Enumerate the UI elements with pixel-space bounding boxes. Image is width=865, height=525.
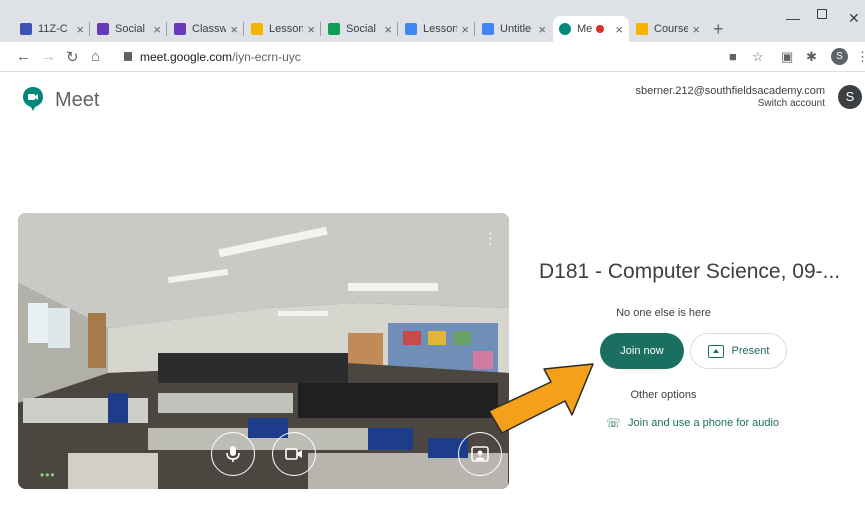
close-icon[interactable]: × <box>153 22 161 37</box>
camera-icon <box>285 448 302 460</box>
audio-level-indicator: ••• <box>40 468 56 482</box>
present-label: Present <box>731 345 770 357</box>
close-icon[interactable]: × <box>76 22 84 37</box>
tab-title: Social <box>115 23 145 35</box>
tab-title: Course <box>654 23 689 35</box>
slides-icon <box>251 23 263 35</box>
tab-title: 11Z-C <box>38 23 68 35</box>
tab-title: Untitle <box>500 23 532 35</box>
back-arrow-icon[interactable]: ← <box>16 48 31 65</box>
microphone-icon <box>226 446 240 462</box>
close-icon[interactable]: × <box>307 22 315 37</box>
browser-tab[interactable]: Lesson × <box>399 16 475 42</box>
browser-tab-active[interactable]: Me × <box>553 16 629 42</box>
tab-title: Lesson <box>423 23 458 35</box>
forward-arrow-icon[interactable]: → <box>41 48 56 65</box>
address-bar[interactable]: meet.google.com/iyn-ecrn-uyc <box>140 50 301 64</box>
close-icon[interactable]: × <box>230 22 238 37</box>
screenshot-icon[interactable]: ▣ <box>781 49 793 65</box>
window-close-icon[interactable]: ✕ <box>848 10 860 27</box>
close-icon[interactable]: × <box>461 22 469 37</box>
tab-separator <box>89 22 90 36</box>
camera-preview: · · · <box>18 213 509 489</box>
meet-icon <box>559 23 571 35</box>
present-button[interactable]: Present <box>690 333 787 369</box>
phone-icon: ☏ <box>606 416 622 430</box>
browser-tab[interactable]: Course × <box>630 16 706 42</box>
classroom-icon <box>20 23 32 35</box>
tab-separator <box>166 22 167 36</box>
meet-title: Meet <box>55 89 100 111</box>
bookmark-star-icon[interactable]: ☆ <box>752 49 764 65</box>
close-icon[interactable]: × <box>692 22 700 37</box>
account-avatar[interactable]: S <box>838 85 862 109</box>
sites-icon <box>636 23 648 35</box>
classroom-icon <box>97 23 109 35</box>
new-tab-button[interactable]: + <box>713 19 724 40</box>
docs-icon <box>482 23 494 35</box>
participants-status: No one else is here <box>616 307 711 319</box>
microphone-toggle-button[interactable] <box>211 432 255 476</box>
tab-title: Me <box>577 23 593 35</box>
tab-title: Social <box>346 23 376 35</box>
tab-title: Classw <box>192 23 227 35</box>
phone-link-label: Join and use a phone for audio <box>628 417 780 429</box>
url-domain: meet.google.com <box>140 50 233 64</box>
visual-effects-button[interactable] <box>458 432 502 476</box>
other-options-label: Other options <box>630 389 697 401</box>
close-icon[interactable]: × <box>384 22 392 37</box>
browser-tab[interactable]: Social × <box>91 16 167 42</box>
tab-separator <box>320 22 321 36</box>
reload-icon[interactable]: ↻ <box>66 48 79 66</box>
menu-dots-icon[interactable]: ⋮ <box>856 49 865 65</box>
drive-icon <box>405 23 417 35</box>
close-icon[interactable]: × <box>538 22 546 37</box>
browser-tab-strip: 11Z-C × Social × Classw × Lesson × Socia… <box>0 0 865 42</box>
minimize-icon[interactable]: — <box>786 10 800 26</box>
lock-icon[interactable] <box>124 52 132 61</box>
tab-separator <box>397 22 398 36</box>
browser-tab[interactable]: Lesson × <box>245 16 321 42</box>
tab-separator <box>474 22 475 36</box>
preview-more-options-icon[interactable]: · · · <box>488 226 493 252</box>
browser-toolbar: ← → ↻ ⌂ meet.google.com/iyn-ecrn-uyc ■ ☆… <box>0 42 865 72</box>
browser-tab[interactable]: Untitle × <box>476 16 552 42</box>
sheets-icon <box>328 23 340 35</box>
join-now-button[interactable]: Join now <box>600 333 684 369</box>
present-screen-icon <box>707 344 724 358</box>
visual-effects-icon <box>471 446 489 462</box>
camera-in-use-icon[interactable]: ■ <box>729 49 737 64</box>
browser-tab[interactable]: Social × <box>322 16 398 42</box>
url-path: /iyn-ecrn-uyc <box>232 50 301 64</box>
switch-account-link[interactable]: Switch account <box>758 98 825 109</box>
profile-avatar[interactable]: S <box>831 48 848 65</box>
account-email: sberner.212@southfieldsacademy.com <box>635 85 825 97</box>
classroom-icon <box>174 23 186 35</box>
tab-title: Lesson <box>269 23 304 35</box>
join-with-phone-link[interactable]: ☏ Join and use a phone for audio <box>606 416 779 430</box>
meet-logo-icon <box>23 87 43 111</box>
tab-separator <box>243 22 244 36</box>
recording-dot-icon <box>596 25 605 33</box>
maximize-icon[interactable] <box>817 9 827 19</box>
camera-toggle-button[interactable] <box>272 432 316 476</box>
close-icon[interactable]: × <box>615 22 623 37</box>
browser-tab[interactable]: 11Z-C × <box>14 16 90 42</box>
extensions-icon[interactable]: ✱ <box>806 49 817 65</box>
classroom-preview-image <box>18 213 509 489</box>
home-icon[interactable]: ⌂ <box>91 48 100 65</box>
browser-tab[interactable]: Classw × <box>168 16 244 42</box>
meeting-name: D181 - Computer Science, 09-... <box>539 260 841 283</box>
